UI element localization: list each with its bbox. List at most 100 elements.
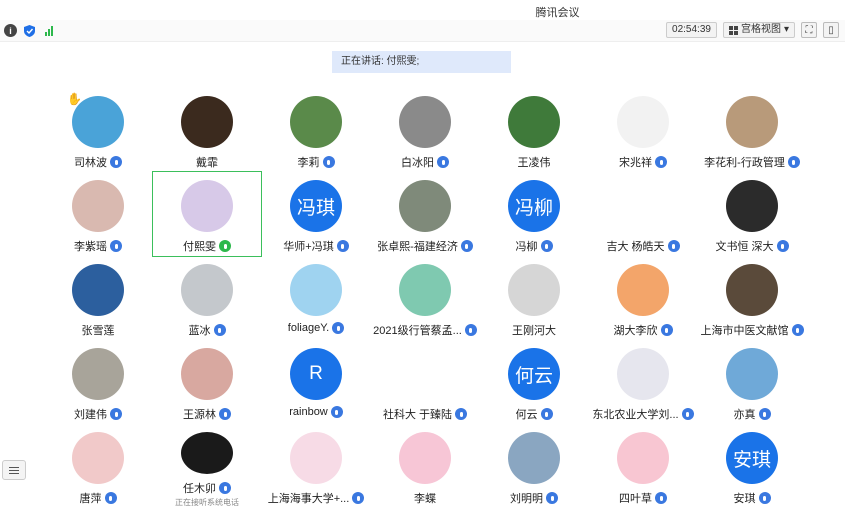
- meeting-window: 腾讯会议 i 02:54:39 宫格视图 ▾ ⛶ ▯ 正在讲话: 付熙雯; ✋ 司…: [0, 0, 845, 514]
- participant-tile[interactable]: 冯琪 华师+冯琪: [262, 172, 370, 256]
- participant-tile[interactable]: 唐萍: [44, 424, 152, 508]
- microphone-icon: [460, 240, 473, 252]
- view-mode-button[interactable]: 宫格视图 ▾: [722, 22, 795, 38]
- participant-tile[interactable]: 刘明明: [480, 424, 588, 508]
- participant-tile[interactable]: 湖大李欣: [589, 256, 697, 340]
- participant-name-row: 上海海事大学+...: [268, 490, 365, 506]
- avatar: [181, 96, 233, 148]
- participant-name: 张雪莲: [81, 325, 115, 337]
- participant-name-row: foliageY.: [287, 322, 345, 334]
- participant-tile[interactable]: 安琪 安琪: [698, 424, 806, 508]
- participant-tile[interactable]: 王源林: [153, 340, 261, 424]
- avatar: [726, 264, 778, 316]
- participant-tile[interactable]: 张雪莲: [44, 256, 152, 340]
- participant-name-row: 张卓熙-福建经济: [377, 238, 473, 254]
- microphone-icon: [681, 408, 694, 420]
- participant-name-row: 李紫瑶: [74, 238, 122, 254]
- microphone-icon: [655, 156, 667, 168]
- participant-name: 社科大 于臻陆: [382, 409, 453, 421]
- avatar: [617, 180, 669, 232]
- microphone-icon: [455, 408, 468, 420]
- microphone-icon: [110, 408, 122, 420]
- microphone-icon: [758, 492, 771, 504]
- microphone-icon: [655, 492, 667, 504]
- signal-icon[interactable]: [42, 24, 55, 36]
- participant-name: 唐萍: [79, 493, 102, 505]
- participant-name-row: 刘明明: [510, 490, 558, 506]
- participant-tile[interactable]: 戴霏: [153, 88, 261, 172]
- participant-tile[interactable]: 李紫瑶: [44, 172, 152, 256]
- window-title: 腾讯会议: [535, 7, 580, 19]
- participant-name-row: 东北农业大学刘...: [592, 406, 694, 422]
- microphone-icon: [330, 406, 343, 418]
- sidebar-toggle-icon[interactable]: ▯: [823, 22, 839, 38]
- participant-name: 李花利-行政管理: [704, 157, 785, 169]
- avatar: [508, 432, 560, 484]
- avatar: [72, 180, 124, 232]
- participant-tile[interactable]: 付熙雯: [152, 171, 262, 257]
- participant-name-row: 蓝冰: [189, 322, 226, 338]
- participant-name: 冯柳: [515, 241, 538, 253]
- participant-tile[interactable]: 四叶草: [589, 424, 697, 508]
- participant-tile[interactable]: 李花利-行政管理: [698, 88, 806, 172]
- participant-name: 上海市中医文献馆: [700, 325, 789, 337]
- microphone-icon: [787, 156, 800, 168]
- info-icon[interactable]: i: [4, 24, 17, 37]
- participant-tile[interactable]: foliageY.: [262, 256, 370, 340]
- participant-tile[interactable]: 王凌伟: [480, 88, 588, 172]
- participant-tile[interactable]: 张卓熙-福建经济: [371, 172, 479, 256]
- microphone-icon: [540, 240, 553, 252]
- participant-name-row: 戴霏: [196, 154, 218, 170]
- participant-tile[interactable]: 亦真: [698, 340, 806, 424]
- microphone-icon: [776, 240, 789, 252]
- participant-tile[interactable]: 王刚河大: [480, 256, 588, 340]
- participant-tile[interactable]: 李蝶: [371, 424, 479, 508]
- participant-tile[interactable]: 李莉: [262, 88, 370, 172]
- participant-name: 刘明明: [510, 493, 543, 505]
- participant-tile[interactable]: 白冰阳: [371, 88, 479, 172]
- shield-icon[interactable]: [23, 24, 36, 37]
- microphone-icon: [110, 240, 122, 252]
- avatar: [726, 180, 778, 232]
- participant-tile[interactable]: 文书恒 深大: [698, 172, 806, 256]
- participant-tile[interactable]: 上海市中医文献馆: [698, 256, 806, 340]
- participant-tile[interactable]: 东北农业大学刘...: [589, 340, 697, 424]
- view-mode-label: 宫格视图: [740, 24, 781, 35]
- participant-name: 何云: [515, 409, 538, 421]
- participant-tile[interactable]: 社科大 于臻陆: [371, 340, 479, 424]
- participant-name-row: 上海市中医文献馆: [701, 322, 804, 338]
- avatar: [508, 264, 560, 316]
- participant-tile[interactable]: 上海海事大学+...: [262, 424, 370, 508]
- participant-tile[interactable]: 刘建伟: [44, 340, 152, 424]
- avatar: [181, 432, 233, 474]
- menu-icon[interactable]: [2, 460, 26, 480]
- participant-name: 湖大李欣: [613, 325, 658, 337]
- participant-status-text: 正在接听系统电话: [175, 498, 239, 507]
- participant-tile[interactable]: 宋兆祥: [589, 88, 697, 172]
- participant-grid: ✋ 司林波戴霏 李莉白冰阳 王凌伟 宋兆祥 李花利-行政管理李紫瑶 付熙雯 冯琪 华师+冯琪 张卓…: [44, 88, 814, 508]
- avatar: [181, 348, 233, 400]
- microphone-icon: [758, 408, 771, 420]
- grid-view-icon: [728, 25, 738, 35]
- participant-name-row: 亦真: [734, 406, 771, 422]
- participant-name: foliageY.: [287, 322, 330, 334]
- participant-name: 刘建伟: [74, 409, 107, 421]
- participant-tile[interactable]: 何云 何云: [480, 340, 588, 424]
- participant-tile[interactable]: 吉大 杨皓天: [589, 172, 697, 256]
- participant-tile[interactable]: ✋ 司林波: [44, 88, 152, 172]
- participant-name-row: 任木卯: [183, 480, 231, 496]
- avatar: [617, 432, 669, 484]
- participant-tile[interactable]: 蓝冰: [153, 256, 261, 340]
- participant-name-row: 2021级行管蔡孟...: [373, 322, 477, 338]
- microphone-icon: [219, 408, 231, 420]
- microphone-icon: [540, 408, 553, 420]
- participant-tile[interactable]: 2021级行管蔡孟...: [371, 256, 479, 340]
- participant-tile[interactable]: 冯柳 冯柳: [480, 172, 588, 256]
- participant-name-row: 社科大 于臻陆: [382, 406, 468, 422]
- participant-name: 白冰阳: [401, 157, 434, 169]
- fullscreen-icon[interactable]: ⛶: [801, 22, 817, 38]
- participant-name: 付熙雯: [183, 241, 216, 253]
- participant-tile[interactable]: 任木卯正在接听系统电话: [153, 424, 261, 508]
- participant-name-row: 白冰阳: [401, 154, 449, 170]
- participant-tile[interactable]: Rrainbow: [262, 340, 370, 424]
